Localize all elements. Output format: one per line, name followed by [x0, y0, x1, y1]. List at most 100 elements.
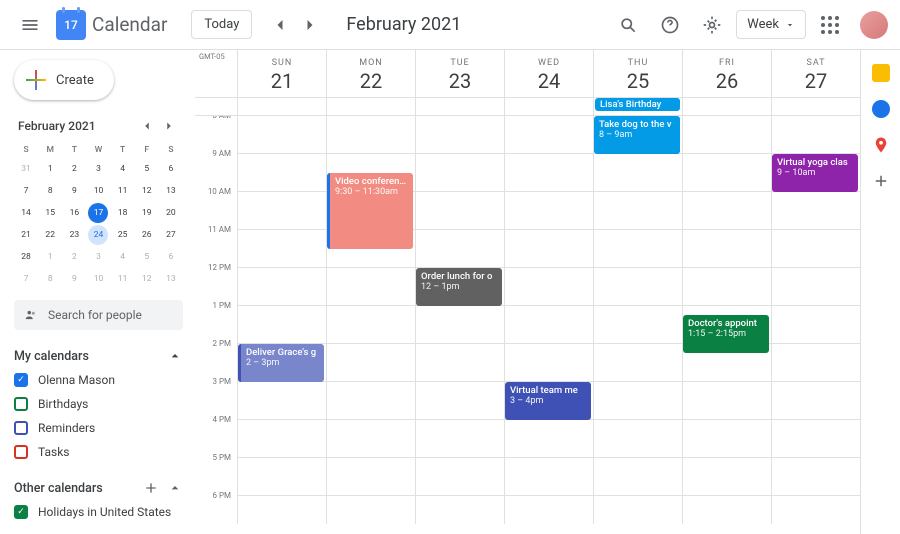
mini-next-button[interactable]	[159, 116, 179, 136]
day-header[interactable]: SUN21	[237, 50, 326, 97]
calendar-item[interactable]: Reminders	[14, 416, 183, 440]
calendar-event[interactable]: Take dog to the v8 – 9am	[594, 116, 680, 154]
menu-icon[interactable]	[12, 7, 48, 43]
maps-icon[interactable]	[872, 136, 890, 154]
mini-day[interactable]: 4	[113, 247, 133, 267]
mini-day[interactable]: 31	[16, 159, 36, 179]
mini-day[interactable]: 28	[16, 247, 36, 267]
mini-day[interactable]: 8	[40, 269, 60, 289]
other-calendars-toggle[interactable]: Other calendars	[14, 476, 183, 500]
calendar-item[interactable]: Tasks	[14, 440, 183, 464]
day-header[interactable]: FRI26	[682, 50, 771, 97]
mini-day[interactable]: 18	[113, 203, 133, 223]
calendar-checkbox[interactable]	[14, 421, 28, 435]
next-week-button[interactable]	[296, 11, 324, 39]
add-addon-icon[interactable]	[872, 172, 890, 190]
allday-cell[interactable]	[237, 98, 326, 115]
search-icon[interactable]	[610, 7, 646, 43]
day-column[interactable]: Doctor's appoint1:15 – 2:15pm	[682, 116, 771, 524]
allday-cell[interactable]	[682, 98, 771, 115]
calendar-event[interactable]: Video conference9:30 – 11:30am	[327, 173, 413, 249]
tasks-icon[interactable]	[872, 100, 890, 118]
mini-day[interactable]: 22	[40, 225, 60, 245]
calendar-checkbox[interactable]	[14, 373, 28, 387]
mini-day[interactable]: 9	[64, 181, 84, 201]
calendar-checkbox[interactable]	[14, 445, 28, 459]
mini-day[interactable]: 7	[16, 181, 36, 201]
my-calendars-toggle[interactable]: My calendars	[14, 344, 183, 368]
mini-day[interactable]: 14	[16, 203, 36, 223]
search-people[interactable]: Search for people	[14, 300, 183, 330]
mini-day[interactable]: 12	[137, 269, 157, 289]
mini-day[interactable]: 19	[137, 203, 157, 223]
mini-day[interactable]: 25	[113, 225, 133, 245]
day-header[interactable]: MON22	[326, 50, 415, 97]
day-column[interactable]: Order lunch for o12 – 1pm	[415, 116, 504, 524]
mini-day[interactable]: 4	[113, 159, 133, 179]
allday-cell[interactable]: Lisa's Birthday	[593, 98, 682, 115]
day-header[interactable]: SAT27	[771, 50, 860, 97]
calendar-event[interactable]: Virtual team me3 – 4pm	[505, 382, 591, 420]
calendar-event[interactable]: Order lunch for o12 – 1pm	[416, 268, 502, 306]
mini-day[interactable]: 2	[64, 159, 84, 179]
mini-day[interactable]: 12	[137, 181, 157, 201]
mini-day[interactable]: 10	[88, 269, 108, 289]
calendar-checkbox[interactable]	[14, 505, 28, 519]
mini-day[interactable]: 3	[88, 159, 108, 179]
allday-cell[interactable]	[326, 98, 415, 115]
mini-day[interactable]: 11	[113, 181, 133, 201]
allday-event[interactable]: Lisa's Birthday	[595, 98, 680, 111]
mini-day[interactable]: 21	[16, 225, 36, 245]
mini-day[interactable]: 27	[161, 225, 181, 245]
help-icon[interactable]	[652, 7, 688, 43]
mini-day[interactable]: 3	[88, 247, 108, 267]
day-header[interactable]: TUE23	[415, 50, 504, 97]
mini-day[interactable]: 9	[64, 269, 84, 289]
mini-day[interactable]: 20	[161, 203, 181, 223]
day-column[interactable]: Virtual yoga clas9 – 10am	[771, 116, 860, 524]
mini-day[interactable]: 5	[137, 247, 157, 267]
allday-cell[interactable]	[771, 98, 860, 115]
mini-prev-button[interactable]	[137, 116, 157, 136]
mini-day[interactable]: 10	[88, 181, 108, 201]
keep-icon[interactable]	[872, 64, 890, 82]
day-column[interactable]: Take dog to the v8 – 9am	[593, 116, 682, 524]
settings-icon[interactable]	[694, 7, 730, 43]
day-header[interactable]: THU25	[593, 50, 682, 97]
mini-day[interactable]: 17	[88, 203, 108, 223]
mini-day[interactable]: 11	[113, 269, 133, 289]
mini-day[interactable]: 23	[64, 225, 84, 245]
calendar-item[interactable]: Olenna Mason	[14, 368, 183, 392]
calendar-event[interactable]: Doctor's appoint1:15 – 2:15pm	[683, 315, 769, 353]
mini-day[interactable]: 13	[161, 269, 181, 289]
mini-day[interactable]: 7	[16, 269, 36, 289]
create-button[interactable]: Create	[14, 60, 114, 100]
mini-day[interactable]: 2	[64, 247, 84, 267]
calendar-checkbox[interactable]	[14, 397, 28, 411]
mini-day[interactable]: 15	[40, 203, 60, 223]
mini-day[interactable]: 26	[137, 225, 157, 245]
today-button[interactable]: Today	[191, 10, 252, 39]
add-calendar-icon[interactable]	[143, 480, 159, 496]
mini-day[interactable]: 13	[161, 181, 181, 201]
prev-week-button[interactable]	[266, 11, 294, 39]
calendar-item[interactable]: Holidays in United States	[14, 500, 183, 524]
account-avatar[interactable]	[860, 11, 888, 39]
view-selector[interactable]: Week	[736, 10, 806, 39]
mini-day[interactable]: 5	[137, 159, 157, 179]
mini-day[interactable]: 6	[161, 247, 181, 267]
mini-day[interactable]: 1	[40, 247, 60, 267]
day-column[interactable]: Video conference9:30 – 11:30am	[326, 116, 415, 524]
day-header[interactable]: WED24	[504, 50, 593, 97]
day-column[interactable]: Deliver Grace's g2 – 3pm	[237, 116, 326, 524]
apps-icon[interactable]	[812, 7, 848, 43]
mini-day[interactable]: 8	[40, 181, 60, 201]
mini-day[interactable]: 24	[88, 225, 108, 245]
mini-day[interactable]: 16	[64, 203, 84, 223]
allday-cell[interactable]	[415, 98, 504, 115]
mini-day[interactable]: 6	[161, 159, 181, 179]
calendar-event[interactable]: Virtual yoga clas9 – 10am	[772, 154, 858, 192]
calendar-event[interactable]: Deliver Grace's g2 – 3pm	[238, 344, 324, 382]
allday-cell[interactable]	[504, 98, 593, 115]
day-column[interactable]: Virtual team me3 – 4pm	[504, 116, 593, 524]
